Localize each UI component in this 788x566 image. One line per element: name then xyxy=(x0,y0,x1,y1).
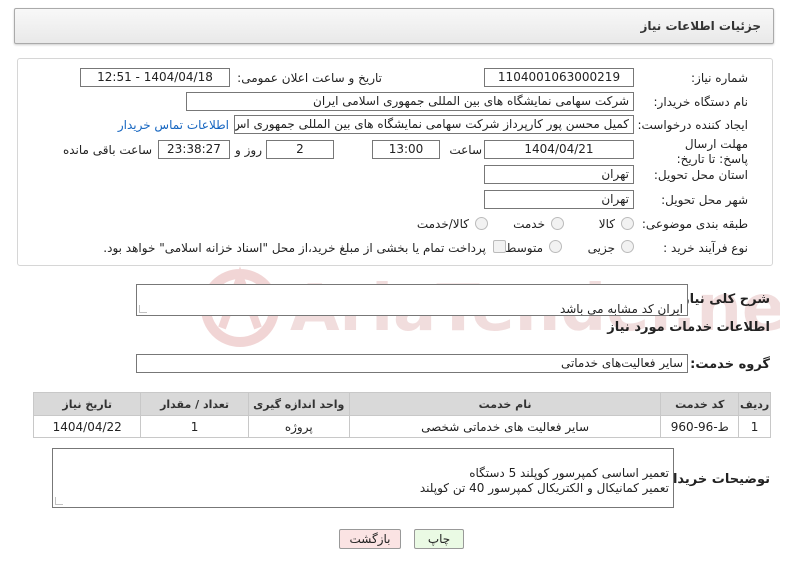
col-header-unit: واحد اندازه گیری xyxy=(247,392,350,416)
col-header-service-code: کد خدمت xyxy=(660,392,740,416)
deadline-time-field: 13:00 xyxy=(372,140,440,159)
process-radio-minor[interactable] xyxy=(621,240,634,253)
process-type-label: نوع فرآیند خرید : xyxy=(663,241,748,255)
treasury-payment-note: پرداخت تمام یا بخشی از مبلغ خرید،از محل … xyxy=(103,241,486,255)
category-radio-goods[interactable] xyxy=(621,217,634,230)
city-field: تهران xyxy=(484,190,634,209)
page-header: جزئیات اطلاعات نیاز xyxy=(14,8,774,44)
category-radio-service[interactable] xyxy=(551,217,564,230)
need-number-field: 1104001063000219 xyxy=(484,68,634,87)
cell-quantity: 1 xyxy=(140,415,249,438)
cell-unit: پروژه xyxy=(247,415,350,438)
cell-need-date: 1404/04/22 xyxy=(32,415,142,438)
process-option-medium: متوسط xyxy=(505,241,543,255)
col-header-quantity: تعداد / مقدار xyxy=(140,392,249,416)
requester-field: کمیل محسن پور کارپرداز شرکت سهامی نمایشگ… xyxy=(234,115,634,134)
category-radio-goods-service[interactable] xyxy=(475,217,488,230)
category-option-goods: کالا xyxy=(598,217,615,231)
service-group-field: سایر فعالیت‌های خدماتی xyxy=(136,354,688,373)
province-field: تهران xyxy=(484,165,634,184)
deadline-label: مهلت ارسال پاسخ: تا تاریخ: xyxy=(676,137,748,166)
buyer-contact-link[interactable]: اطلاعات تماس خریدار xyxy=(118,118,229,132)
category-label: طبقه بندی موضوعی: xyxy=(641,217,748,231)
services-table: ردیف کد خدمت نام خدمت واحد اندازه گیری ت… xyxy=(32,392,771,438)
col-header-service-name: نام خدمت xyxy=(348,392,662,416)
buyer-notes-text: تعمیر اساسی کمپرسور کوپلند 5 دستگاه تعمی… xyxy=(419,466,669,495)
summary-textarea[interactable]: ایران کد مشابه می باشد xyxy=(136,284,688,316)
remaining-time-field: 23:38:27 xyxy=(158,140,230,159)
buyer-org-field: شرکت سهامی نمایشگاه های بین المللی جمهور… xyxy=(186,92,634,111)
remaining-time-label: ساعت باقی مانده xyxy=(62,143,152,157)
category-option-goods-service: کالا/خدمت xyxy=(416,217,469,231)
page-title: جزئیات اطلاعات نیاز xyxy=(640,19,761,33)
cell-service-code: ط-96-960 xyxy=(660,415,740,438)
process-radio-medium[interactable] xyxy=(549,240,562,253)
province-label: استان محل تحویل: xyxy=(653,168,748,182)
table-row: 1 ط-96-960 سایر فعالیت های خدماتی شخصی پ… xyxy=(32,415,771,438)
buyer-notes-label: توضیحات خریدار: xyxy=(660,472,770,487)
resize-handle-icon[interactable] xyxy=(55,497,63,505)
days-remaining-field: 2 xyxy=(266,140,334,159)
services-section-title: اطلاعات خدمات مورد نیاز xyxy=(607,320,770,335)
col-header-need-date: تاریخ نیاز xyxy=(32,392,142,416)
announce-label: تاریخ و ساعت اعلان عمومی: xyxy=(237,71,382,85)
category-option-service: خدمت xyxy=(513,217,545,231)
back-button[interactable]: بازگشت xyxy=(339,529,401,549)
col-header-row-number: ردیف xyxy=(738,392,771,416)
summary-label: شرح کلی نیاز: xyxy=(676,292,770,307)
buyer-notes-textarea[interactable]: تعمیر اساسی کمپرسور کوپلند 5 دستگاه تعمی… xyxy=(52,448,674,508)
cell-service-name: سایر فعالیت های خدماتی شخصی xyxy=(348,415,662,438)
need-number-label: شماره نیاز: xyxy=(691,71,748,85)
resize-handle-icon[interactable] xyxy=(139,305,147,313)
city-label: شهر محل تحویل: xyxy=(661,193,748,207)
service-group-label: گروه خدمت: xyxy=(690,357,770,372)
process-option-minor: جزیی xyxy=(587,241,615,255)
cell-row-number: 1 xyxy=(738,415,771,438)
buyer-org-label: نام دستگاه خریدار: xyxy=(653,95,749,109)
deadline-time-label: ساعت xyxy=(449,143,482,157)
announce-field: 1404/04/18 - 12:51 xyxy=(80,68,230,87)
days-label: روز و xyxy=(235,143,262,157)
table-header-row: ردیف کد خدمت نام خدمت واحد اندازه گیری ت… xyxy=(32,392,771,416)
print-button[interactable]: چاپ xyxy=(414,529,464,549)
treasury-payment-checkbox[interactable] xyxy=(493,240,506,253)
deadline-date-field: 1404/04/21 xyxy=(484,140,634,159)
requester-label: ایجاد کننده درخواست: xyxy=(637,118,748,132)
summary-text: ایران کد مشابه می باشد xyxy=(559,302,683,316)
